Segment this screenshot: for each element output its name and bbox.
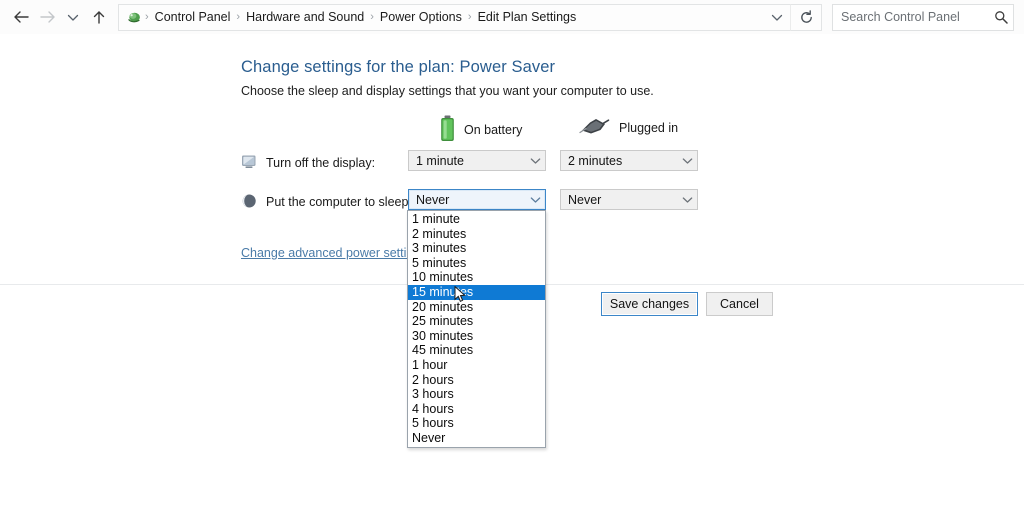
change-advanced-power-settings-link[interactable]: Change advanced power settings xyxy=(241,246,427,260)
setting-row-label: Turn off the display: xyxy=(266,156,376,170)
combo-put-computer-to-sleep-on-battery[interactable]: Never xyxy=(408,189,546,210)
search-input[interactable]: Search Control Panel xyxy=(833,10,989,24)
save-changes-button[interactable]: Save changes xyxy=(601,292,698,316)
breadcrumb-item-hardware-and-sound[interactable]: Hardware and Sound xyxy=(241,6,369,29)
dropdown-option[interactable]: 2 minutes xyxy=(408,227,545,242)
search-icon xyxy=(989,6,1013,29)
setting-row-turn-off-display: Turn off the display: xyxy=(241,152,375,174)
page-subtitle: Choose the sleep and display settings th… xyxy=(241,84,654,98)
column-header-plugged-in: Plugged in xyxy=(578,115,678,140)
power-plug-glyph xyxy=(579,119,610,134)
combo-turn-off-display-plugged-in[interactable]: 2 minutes xyxy=(560,150,698,171)
forward-button[interactable] xyxy=(34,4,60,30)
chevron-down-glyph xyxy=(530,196,540,203)
control-panel-icon xyxy=(125,8,143,26)
dropdown-option[interactable]: 5 hours xyxy=(408,416,545,431)
page-title: Change settings for the plan: Power Save… xyxy=(241,58,556,76)
column-header-label: On battery xyxy=(464,123,523,137)
combo-value: Never xyxy=(568,192,602,207)
dropdown-option[interactable]: 25 minutes xyxy=(408,314,545,329)
dropdown-option[interactable]: 30 minutes xyxy=(408,329,545,344)
combo-value: Never xyxy=(416,192,450,207)
dropdown-option[interactable]: 1 hour xyxy=(408,358,545,373)
search-box[interactable]: Search Control Panel xyxy=(832,3,1014,31)
chevron-down-glyph xyxy=(682,157,692,164)
column-header-on-battery: On battery xyxy=(440,115,522,145)
chevron-down-icon[interactable] xyxy=(677,151,697,170)
breadcrumb-item-control-panel[interactable]: Control Panel xyxy=(150,6,236,29)
recent-locations-button[interactable] xyxy=(60,4,86,30)
breadcrumb-item-power-options[interactable]: Power Options xyxy=(375,6,467,29)
chevron-down-icon[interactable] xyxy=(525,190,545,209)
up-one-level-button[interactable] xyxy=(86,4,112,30)
combo-put-computer-to-sleep-plugged-in[interactable]: Never xyxy=(560,189,698,210)
chevron-down-icon[interactable] xyxy=(677,190,697,209)
address-dropdown-button[interactable] xyxy=(764,6,790,29)
combo-value: 2 minutes xyxy=(568,153,623,168)
power-plug-icon xyxy=(578,115,610,140)
setting-row-put-computer-to-sleep: Put the computer to sleep: xyxy=(241,191,412,213)
up-arrow-icon xyxy=(93,10,105,24)
dropdown-option[interactable]: 2 hours xyxy=(408,373,545,388)
refresh-icon xyxy=(800,9,812,23)
monitor-glyph xyxy=(242,155,256,168)
dropdown-option[interactable]: 4 hours xyxy=(408,402,545,417)
chevron-down-glyph xyxy=(682,196,692,203)
magnifier-glyph xyxy=(995,11,1008,24)
forward-arrow-icon xyxy=(39,11,55,23)
dropdown-option[interactable]: 20 minutes xyxy=(408,300,545,315)
column-header-label: Plugged in xyxy=(619,120,679,135)
dropdown-option[interactable]: 3 minutes xyxy=(408,241,545,256)
dropdown-option[interactable]: 15 minutes xyxy=(408,284,545,302)
chevron-down-icon[interactable] xyxy=(525,151,545,170)
dropdown-option[interactable]: 5 minutes xyxy=(408,256,545,271)
moon-sleep-glyph xyxy=(242,194,256,207)
combo-turn-off-display-on-battery[interactable]: 1 minute xyxy=(408,150,546,171)
moon-sleep-icon xyxy=(241,193,258,212)
breadcrumb[interactable]: › Control Panel › Hardware and Sound › P… xyxy=(118,3,790,31)
control-panel-glyph xyxy=(128,12,140,22)
battery-icon xyxy=(440,115,455,145)
back-button[interactable] xyxy=(8,4,34,30)
dropdown-option[interactable]: Never xyxy=(408,431,545,446)
setting-row-label: Put the computer to sleep: xyxy=(266,195,412,209)
cancel-button[interactable]: Cancel xyxy=(706,292,773,316)
main-content: Change settings for the plan: Power Save… xyxy=(0,34,1024,511)
monitor-icon xyxy=(241,154,258,173)
combo-value: 1 minute xyxy=(416,153,464,168)
dropdown-option[interactable]: 1 minute xyxy=(408,212,545,227)
battery-glyph xyxy=(441,115,454,141)
back-arrow-icon xyxy=(13,11,29,23)
chevron-down-icon xyxy=(67,14,79,21)
breadcrumb-item-edit-plan-settings[interactable]: Edit Plan Settings xyxy=(473,6,582,29)
address-bar: › Control Panel › Hardware and Sound › P… xyxy=(0,0,1024,35)
dropdown-list-sleep-on-battery[interactable]: 1 minute 2 minutes 3 minutes 5 minutes 10 mi… xyxy=(407,210,546,448)
chevron-down-icon xyxy=(771,14,783,21)
dropdown-option[interactable]: 10 minutes xyxy=(408,270,545,285)
refresh-button[interactable] xyxy=(790,3,822,31)
dropdown-option[interactable]: 3 hours xyxy=(408,387,545,402)
chevron-down-glyph xyxy=(530,157,540,164)
dropdown-option[interactable]: 45 minutes xyxy=(408,343,545,358)
